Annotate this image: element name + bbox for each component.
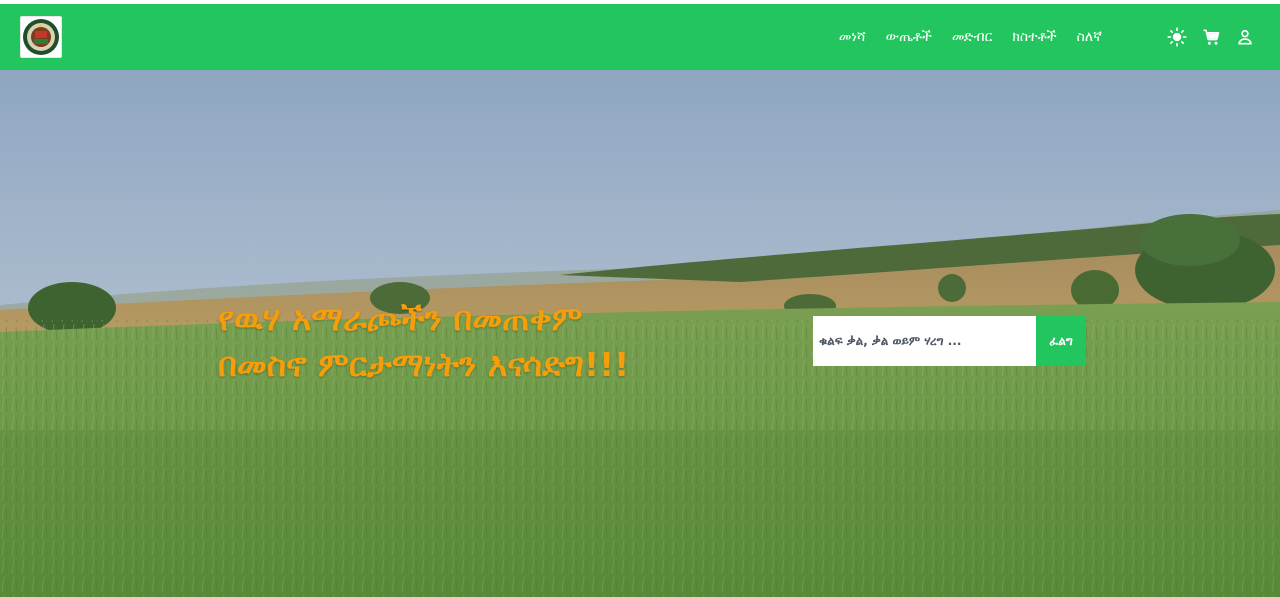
search-box: ፈልግ xyxy=(813,316,1086,366)
sun-icon[interactable] xyxy=(1166,26,1188,48)
hero-title-line-2: በመስኖ ምርታማነትን እናሳድግ!!! xyxy=(218,345,630,384)
navbar: መነሻ ውጤቶች መድብር ክስተቶች ስለኛ xyxy=(0,4,1280,70)
user-icon[interactable] xyxy=(1234,26,1256,48)
hero-title: የዉሃ አማራጮችን በመጠቀም በመስኖ ምርታማነትን እናሳድግ!!! xyxy=(218,296,778,388)
logo-emblem-icon xyxy=(23,19,59,55)
nav-link-results[interactable]: ውጤቶች xyxy=(886,29,932,45)
page: መነሻ ውጤቶች መድብር ክስተቶች ስለኛ የዉሃ አማራጮችን በመጠቀም… xyxy=(0,0,1280,597)
nav-link-home[interactable]: መነሻ xyxy=(839,29,866,45)
search-button[interactable]: ፈልግ xyxy=(1036,316,1086,366)
hero-section: የዉሃ አማራጮችን በመጠቀም በመስኖ ምርታማነትን እናሳድግ!!! ፈ… xyxy=(0,70,1280,597)
cart-icon[interactable] xyxy=(1200,26,1222,48)
nav-link-about[interactable]: ስለኛ xyxy=(1077,29,1102,45)
search-input[interactable] xyxy=(813,316,1036,366)
nav-link-resources[interactable]: መድብር xyxy=(952,29,993,45)
nav-icons xyxy=(1166,4,1256,70)
hero-title-line-1: የዉሃ አማራጮችን በመጠቀም xyxy=(218,299,583,338)
nav-link-events[interactable]: ክስተቶች xyxy=(1012,29,1056,45)
main-nav: መነሻ ውጤቶች መድብር ክስተቶች ስለኛ xyxy=(839,4,1102,70)
logo[interactable] xyxy=(20,16,62,58)
